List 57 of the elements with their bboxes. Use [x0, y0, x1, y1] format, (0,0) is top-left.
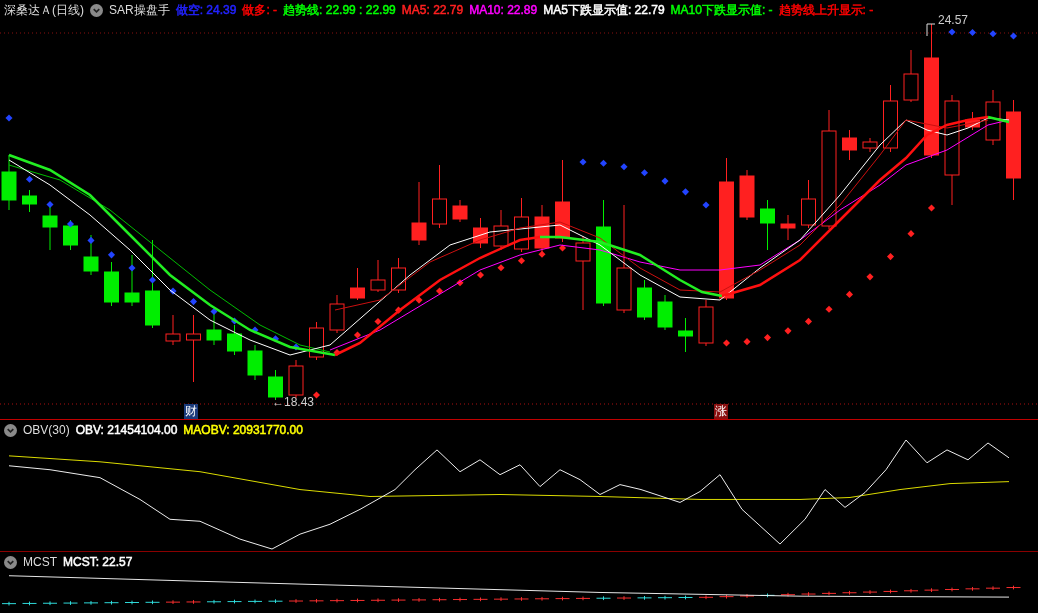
indicator-value: 趋势线上升显示: - [778, 1, 874, 19]
candlestick [22, 189, 37, 213]
candlestick [288, 359, 304, 399]
candlestick [432, 164, 447, 229]
candlestick [370, 259, 386, 293]
candlestick [903, 49, 919, 103]
indicator-value: MCST: 22.57 [63, 555, 133, 569]
candlestick [124, 254, 140, 307]
indicator-value: MA5下跌显示值: 22.79 [543, 1, 665, 19]
dropdown-icon[interactable] [90, 3, 103, 17]
candlestick [965, 111, 980, 131]
indicator-value: OBV: 21454104.00 [75, 423, 178, 437]
indicator-value: 做多: - [242, 1, 278, 19]
candlestick [514, 197, 529, 253]
candlestick [329, 294, 345, 334]
candlestick [186, 314, 201, 383]
dropdown-icon[interactable] [4, 423, 17, 437]
candlestick [698, 299, 714, 347]
dropdown-icon[interactable] [4, 555, 17, 569]
high-price-label: 24.57 [938, 13, 969, 27]
event-marker: 涨 [714, 404, 728, 419]
candlestick [165, 314, 181, 346]
candlestick [104, 261, 119, 307]
indicator-value: MA10下跌显示值: - [670, 1, 773, 19]
candlestick [760, 199, 775, 251]
candlestick [739, 169, 755, 221]
candlestick [473, 217, 488, 249]
candlestick [452, 199, 468, 223]
indicator-value: MAOBV: 20931770.00 [183, 423, 303, 437]
chart-title: 深桑达Ａ(日线) [4, 1, 84, 19]
candlestick [1, 154, 17, 211]
indicator-name: SAR操盘手 [109, 1, 170, 19]
candlestick [227, 324, 242, 356]
candlestick [883, 84, 898, 153]
indicator-value: MA10: 22.89 [469, 3, 538, 17]
indicator-name: OBV(30) [23, 423, 70, 437]
high-marker-line [926, 23, 936, 37]
candlestick [780, 214, 796, 241]
candlestick [862, 137, 878, 153]
candlestick [534, 204, 550, 253]
candlestick [637, 279, 652, 321]
candlestick [801, 179, 816, 229]
candlestick [678, 317, 693, 353]
candlestick [411, 181, 427, 246]
candlestick [247, 344, 263, 381]
indicator-value: 趋势线: 22.99 : 22.99 [283, 1, 396, 19]
candlestick [842, 129, 857, 161]
candlestick [985, 89, 1001, 146]
low-price-label: ←18.43 [272, 395, 315, 409]
candlestick [657, 294, 673, 331]
candlestick [83, 234, 99, 276]
indicator-name: MCST [23, 555, 57, 569]
indicator-value: MA5: 22.79 [401, 3, 464, 17]
event-marker: 财 [184, 404, 198, 419]
indicator-value: 做空: 24.39 [175, 1, 237, 19]
candlestick [391, 257, 406, 294]
candlestick [350, 267, 365, 301]
